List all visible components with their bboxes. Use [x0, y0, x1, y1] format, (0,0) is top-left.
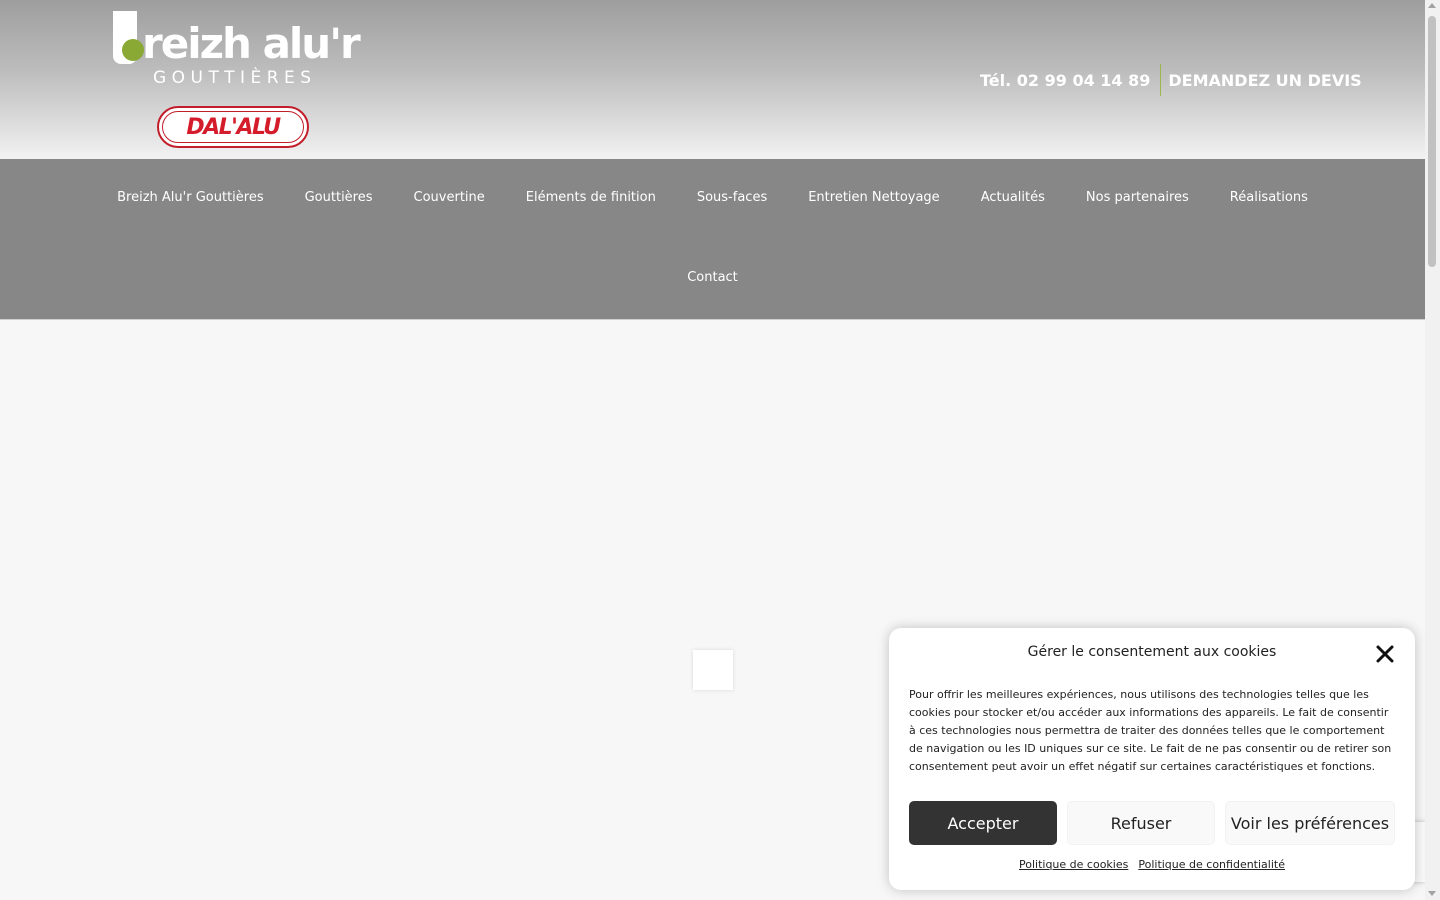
scroll-thumb[interactable] [1428, 16, 1436, 267]
partner-logo-inner: DAL'ALU [162, 111, 304, 143]
nav-row-2: Contact [0, 269, 1425, 287]
nav-item-breizh-alur-gouttieres[interactable]: Breizh Alu'r Gouttières [97, 189, 284, 207]
nav-item-couvertine[interactable]: Couvertine [393, 189, 505, 207]
nav-item-contact[interactable]: Contact [667, 269, 759, 287]
main-navigation: Breizh Alu'r Gouttières Gouttières Couve… [0, 159, 1425, 320]
scroll-down-arrow-icon[interactable] [1428, 891, 1436, 896]
page: reizh alu'r GOUTTIÈRES DAL'ALU Tél. 02 9… [0, 0, 1440, 900]
cookie-preferences-button[interactable]: Voir les préférences [1225, 801, 1395, 845]
contact-separator [1160, 64, 1162, 96]
nav-item-nos-partenaires[interactable]: Nos partenaires [1065, 189, 1209, 207]
phone-number[interactable]: Tél. 02 99 04 14 89 [980, 71, 1150, 90]
accept-cookies-button[interactable]: Accepter [909, 801, 1057, 845]
quote-request-link[interactable]: DEMANDEZ UN DEVIS [1168, 71, 1361, 90]
logo-green-dot [122, 39, 144, 61]
nav-row-1: Breizh Alu'r Gouttières Gouttières Couve… [0, 189, 1425, 207]
nav-item-realisations[interactable]: Réalisations [1209, 189, 1328, 207]
scroll-up-arrow-icon[interactable] [1428, 3, 1436, 8]
partner-logo-text: DAL'ALU [186, 114, 281, 140]
cookie-policy-links: Politique de cookies Politique de confid… [889, 858, 1415, 871]
nav-item-actualites[interactable]: Actualités [960, 189, 1065, 207]
site-header: reizh alu'r GOUTTIÈRES DAL'ALU Tél. 02 9… [0, 0, 1425, 159]
cookie-consent-dialog: Gérer le consentement aux cookies Pour o… [889, 628, 1415, 890]
page-loader [693, 650, 733, 690]
site-logo[interactable]: reizh alu'r GOUTTIÈRES [113, 10, 363, 90]
cookie-dialog-title: Gérer le consentement aux cookies [1027, 644, 1277, 660]
close-icon[interactable] [1375, 644, 1395, 664]
logo-brand-text: reizh alu'r [142, 19, 361, 68]
cookie-dialog-text: Pour offrir les meilleures expériences, … [909, 688, 1392, 773]
privacy-policy-link[interactable]: Politique de confidentialité [1138, 858, 1285, 871]
nav-item-elements-de-finition[interactable]: Eléments de finition [505, 189, 676, 207]
header-contact-bar: Tél. 02 99 04 14 89 DEMANDEZ UN DEVIS [980, 64, 1362, 96]
nav-item-gouttieres[interactable]: Gouttières [284, 189, 393, 207]
nav-item-sous-faces[interactable]: Sous-faces [676, 189, 787, 207]
cookie-policy-link[interactable]: Politique de cookies [1019, 858, 1128, 871]
logo-subtitle: GOUTTIÈRES [153, 68, 317, 88]
nav-item-entretien-nettoyage[interactable]: Entretien Nettoyage [788, 189, 960, 207]
refuse-cookies-button[interactable]: Refuser [1067, 801, 1215, 845]
page-scrollbar[interactable] [1425, 0, 1440, 900]
partner-logo[interactable]: DAL'ALU [157, 106, 309, 148]
